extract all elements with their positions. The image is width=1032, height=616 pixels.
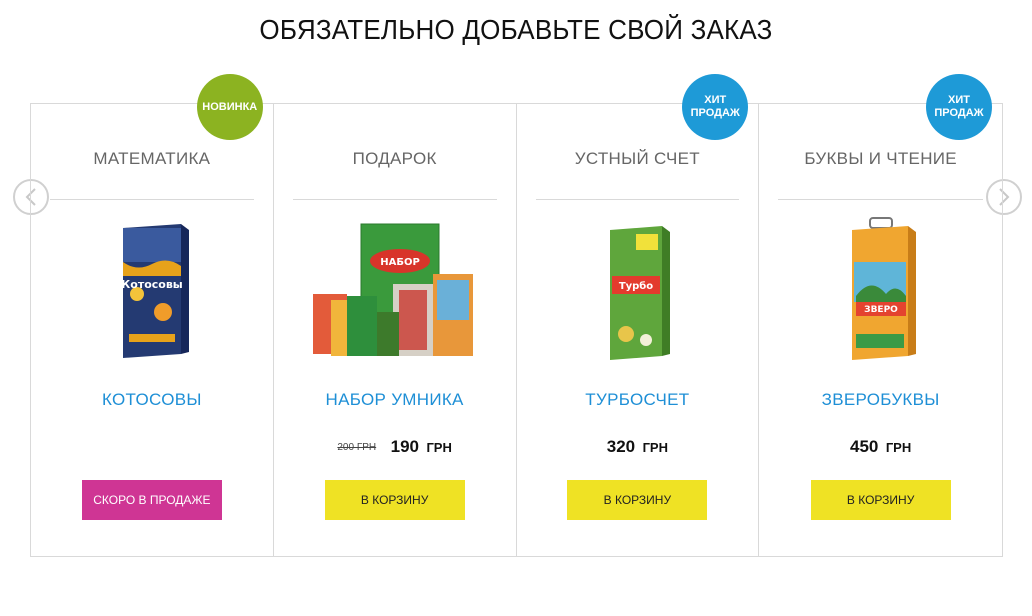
add-to-cart-button[interactable]: В КОРЗИНУ [567,480,708,520]
product-card-nabor-umnika: ПОДАРОК НАБОР НАБОР УМНИКА 200 ГРН 190 Г… [274,104,517,556]
svg-text:Турбо: Турбо [619,280,653,292]
divider [535,199,740,200]
kotosovy-box-image: Котосовы [121,224,189,358]
old-price: 200 ГРН [337,442,377,453]
price-block: 200 ГРН 190 ГРН [274,437,516,457]
nabor-umnika-box-image: НАБОР [313,223,474,356]
price-block: 320 ГРН [517,437,759,457]
zverobukvy-box-image: ЗВЕРО [851,217,916,360]
price-amount: 450 [849,437,879,456]
product-name[interactable]: ТУРБОСЧЕТ [517,390,759,410]
product-card-kotosovy: НОВИНКА МАТЕМАТИКА Котосовы КОТОСОВЫ СКО… [31,74,274,556]
price-amount: 190 [390,437,419,456]
svg-text:НАБОР: НАБОР [380,257,420,268]
product-category: БУКВЫ И ЧТЕНИЕ [804,149,957,168]
svg-text:ЗВЕРО: ЗВЕРО [864,305,898,315]
page-title: ОБЯЗАТЕЛЬНО ДОБАВЬТЕ СВОЙ ЗАКАЗ [259,14,773,45]
price-amount: 320 [606,437,636,456]
divider [292,199,497,200]
product-category: ПОДАРОК [352,149,437,168]
product-name[interactable]: ЗВЕРОБУКВЫ [759,390,1002,410]
product-card-zverobukvy: ХИТ ПРОДАЖ БУКВЫ И ЧТЕНИЕ ЗВЕРО ЗВЕРОБУК… [759,74,1002,556]
turboschet-box-image: Турбо [610,226,671,360]
add-to-cart-button[interactable]: В КОРЗИНУ [324,480,465,520]
hit-badge: ХИТ ПРОДАЖ [682,74,749,140]
product-name[interactable]: КОТОСОВЫ [31,390,273,410]
product-grid: НОВИНКА МАТЕМАТИКА Котосовы КОТОСОВЫ СКО… [30,74,1003,557]
product-name[interactable]: НАБОР УМНИКА [274,390,516,410]
product-category: УСТНЫЙ СЧЕТ [574,149,700,168]
price-currency: ГРН [642,440,668,455]
new-badge: НОВИНКА [196,74,263,140]
divider [50,199,254,200]
hit-badge: ХИТ ПРОДАЖ [926,74,992,140]
price-currency: ГРН [426,440,452,455]
price-currency: ГРН [885,440,912,455]
product-category: МАТЕМАТИКА [93,149,211,168]
product-image[interactable]: Турбо [517,216,759,366]
add-to-cart-button[interactable]: В КОРЗИНУ [810,480,951,520]
coming-soon-button[interactable]: СКОРО В ПРОДАЖЕ [81,480,222,520]
price-block: 450 ГРН [759,437,1002,457]
product-image[interactable]: НАБОР [274,216,516,366]
divider [778,199,983,200]
product-card-turboschet: ХИТ ПРОДАЖ УСТНЫЙ СЧЕТ Турбо ТУРБОСЧЕТ 3… [517,74,760,556]
svg-text:Котосовы: Котосовы [121,278,183,291]
product-image[interactable]: Котосовы [31,216,273,366]
product-image[interactable]: ЗВЕРО [759,216,1002,366]
